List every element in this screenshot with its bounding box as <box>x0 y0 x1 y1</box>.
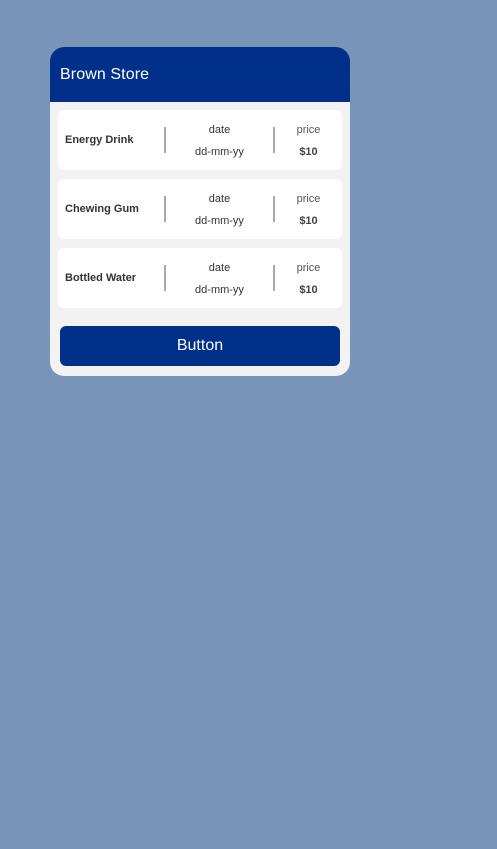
price-column: price $10 <box>275 248 342 308</box>
item-list: Energy Drink date dd-mm-yy price $10 Che… <box>50 102 350 308</box>
date-column: date dd-mm-yy <box>166 248 273 308</box>
primary-button[interactable]: Button <box>60 326 340 366</box>
price-value: $10 <box>299 146 318 158</box>
date-column: date dd-mm-yy <box>166 110 273 170</box>
price-column: price $10 <box>275 179 342 239</box>
price-label: price <box>296 262 321 274</box>
price-value: $10 <box>299 215 318 227</box>
date-label: date <box>208 124 231 136</box>
store-card: Brown Store Energy Drink date dd-mm-yy p… <box>50 47 350 376</box>
price-label: price <box>296 193 321 205</box>
price-column: price $10 <box>275 110 342 170</box>
date-value: dd-mm-yy <box>195 146 244 158</box>
item-name: Energy Drink <box>65 134 134 146</box>
date-label: date <box>208 262 231 274</box>
date-value: dd-mm-yy <box>195 284 244 296</box>
price-value: $10 <box>299 284 318 296</box>
store-title: Brown Store <box>60 65 150 83</box>
date-label: date <box>208 193 231 205</box>
list-item[interactable]: Energy Drink date dd-mm-yy price $10 <box>58 110 342 170</box>
date-column: date dd-mm-yy <box>166 179 273 239</box>
list-item[interactable]: Bottled Water date dd-mm-yy price $10 <box>58 248 342 308</box>
list-item[interactable]: Chewing Gum date dd-mm-yy price $10 <box>58 179 342 239</box>
card-header: Brown Store <box>50 47 350 102</box>
date-value: dd-mm-yy <box>195 215 244 227</box>
price-label: price <box>296 124 321 136</box>
item-name: Bottled Water <box>65 272 137 284</box>
item-name: Chewing Gum <box>65 203 139 215</box>
